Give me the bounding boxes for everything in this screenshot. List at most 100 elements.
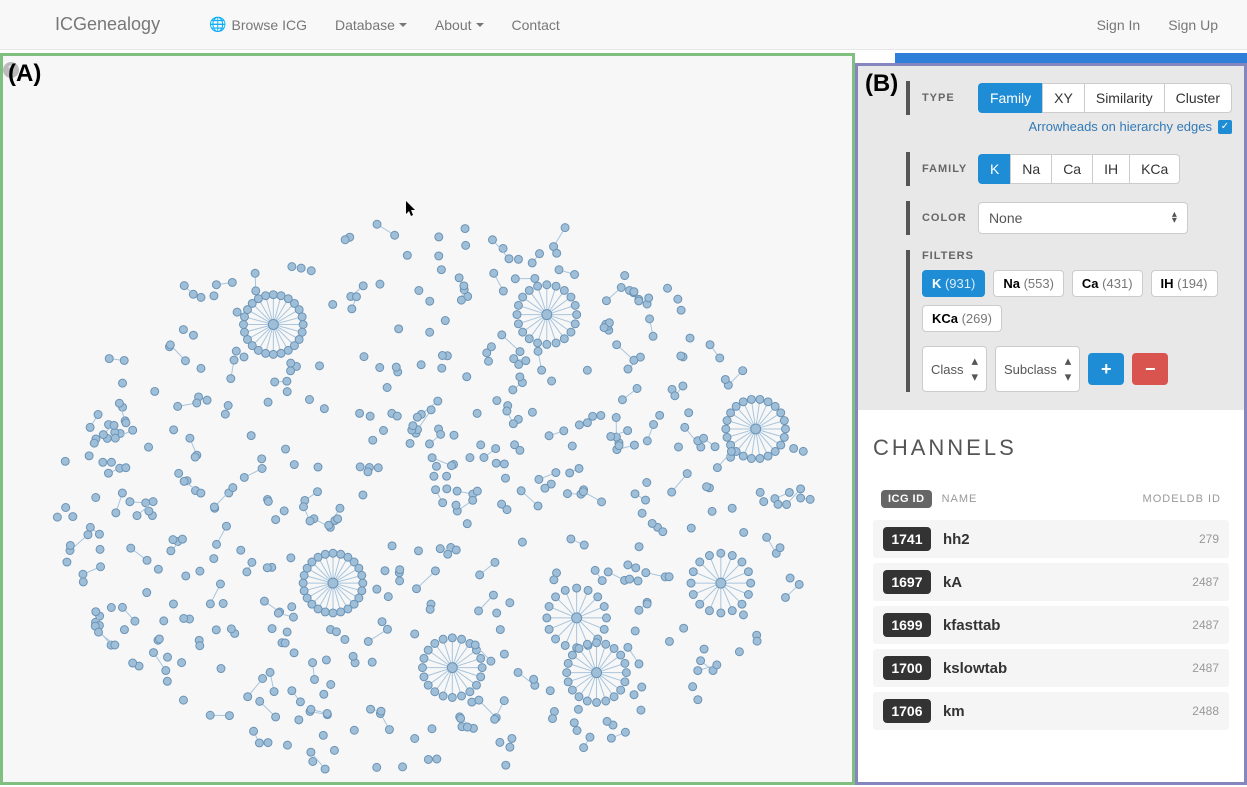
filter-pill-na[interactable]: Na (553) <box>993 270 1064 297</box>
arrowhead-checkbox[interactable]: ✓ <box>1218 120 1232 134</box>
bar-label: TYPE <box>906 81 978 115</box>
channel-row[interactable]: 1697 kA 2487 <box>873 563 1229 601</box>
class-select[interactable]: Class ▴▾ <box>922 346 987 392</box>
channel-name: kfasttab <box>943 617 1001 634</box>
class-row: Class ▴▾ Subclass ▴▾ + − <box>922 346 1232 392</box>
family-row: FAMILY KNaCaIHKCa <box>906 152 1232 186</box>
channel-name: hh2 <box>943 531 970 548</box>
channel-modeldb: 2488 <box>1192 704 1219 718</box>
panel-label-a: (A) <box>8 60 41 88</box>
arrowhead-row: Arrowheads on hierarchy edges ✓ <box>906 119 1232 134</box>
filters-content: FILTERS K (931)Na (553)Ca (431)IH (194)K… <box>922 250 1232 392</box>
filter-pill-ih[interactable]: IH (194) <box>1151 270 1218 297</box>
channel-name: km <box>943 703 965 720</box>
channel-row[interactable]: 1700 kslowtab 2487 <box>873 649 1229 687</box>
channels-title: CHANNELS <box>873 435 1229 461</box>
channel-id: 1741 <box>883 527 931 551</box>
nav-database[interactable]: Database <box>321 2 421 48</box>
type-btn-similarity[interactable]: Similarity <box>1084 83 1164 113</box>
family-btn-ih[interactable]: IH <box>1092 154 1129 184</box>
nav-browse-label: Browse ICG <box>232 17 307 33</box>
family-btn-kca[interactable]: KCa <box>1129 154 1180 184</box>
icg-id-header[interactable]: ICG ID <box>881 490 932 508</box>
nav-browse[interactable]: 🌐 Browse ICG <box>195 1 321 48</box>
name-header[interactable]: NAME <box>942 493 978 505</box>
filters-section: FILTERS K (931)Na (553)Ca (431)IH (194)K… <box>906 250 1232 392</box>
type-btn-family[interactable]: Family <box>978 83 1042 113</box>
color-value: None <box>989 210 1022 226</box>
updown-icon: ▴▾ <box>1065 353 1072 385</box>
nav-signup[interactable]: Sign Up <box>1154 2 1232 48</box>
modeldb-header[interactable]: MODELDB ID <box>1143 493 1221 505</box>
type-label: TYPE <box>922 92 978 104</box>
remove-filter-button[interactable]: − <box>1132 353 1168 385</box>
channel-id: 1700 <box>883 656 931 680</box>
type-row: TYPE FamilyXYSimilarityCluster <box>906 81 1232 115</box>
channel-row[interactable]: 1706 km 2488 <box>873 692 1229 730</box>
filter-pill-k[interactable]: K (931) <box>922 270 985 297</box>
filters-label: FILTERS <box>922 250 1232 262</box>
nav-about-label: About <box>435 17 472 33</box>
channel-modeldb: 2487 <box>1192 618 1219 632</box>
bar-label: FAMILY <box>906 152 978 186</box>
filter-pill-kca[interactable]: KCa (269) <box>922 305 1002 332</box>
type-btn-xy[interactable]: XY <box>1042 83 1084 113</box>
caret-icon <box>476 23 484 27</box>
globe-icon: 🌐 <box>209 16 226 33</box>
updown-icon: ▴▾ <box>971 353 978 385</box>
filter-pills: K (931) Na (553) Ca (431) IH (194) KCa (269) <box>922 270 1232 332</box>
type-buttons: FamilyXYSimilarityCluster <box>978 83 1232 113</box>
arrowhead-label: Arrowheads on hierarchy edges <box>1028 119 1212 134</box>
color-label: COLOR <box>922 212 978 224</box>
family-btn-na[interactable]: Na <box>1010 154 1051 184</box>
color-select[interactable]: None ▴▾ <box>978 202 1188 234</box>
navbar: ICGenealogy 🌐 Browse ICG Database About … <box>0 0 1247 50</box>
channel-modeldb: 2487 <box>1192 661 1219 675</box>
nav-database-label: Database <box>335 17 395 33</box>
blue-strip <box>895 53 1247 63</box>
channel-id: 1699 <box>883 613 931 637</box>
channel-list: 1741hh22791697kA24871699kfasttab24871700… <box>873 520 1229 730</box>
type-btn-cluster[interactable]: Cluster <box>1164 83 1232 113</box>
bar-icon <box>906 81 910 115</box>
bar-icon <box>906 250 910 392</box>
subclass-label: Subclass <box>1004 362 1057 377</box>
channel-modeldb: 279 <box>1199 532 1219 546</box>
family-btn-k[interactable]: K <box>978 154 1010 184</box>
channel-row[interactable]: 1741 hh2 279 <box>873 520 1229 558</box>
bar-icon <box>906 152 910 186</box>
color-row: COLOR None ▴▾ <box>906 201 1232 235</box>
nav-about[interactable]: About <box>421 2 498 48</box>
filter-pill-ca[interactable]: Ca (431) <box>1072 270 1143 297</box>
brand[interactable]: ICGenealogy <box>15 14 195 35</box>
caret-icon <box>399 23 407 27</box>
nav-contact[interactable]: Contact <box>498 2 574 48</box>
controls-block: TYPE FamilyXYSimilarityCluster Arrowhead… <box>858 66 1244 410</box>
family-btn-ca[interactable]: Ca <box>1051 154 1092 184</box>
bar-icon <box>906 201 910 235</box>
channel-modeldb: 2487 <box>1192 575 1219 589</box>
panel-label-b: (B) <box>865 70 898 98</box>
channel-id: 1697 <box>883 570 931 594</box>
family-label: FAMILY <box>922 163 978 175</box>
channel-name: kA <box>943 574 962 591</box>
network-graph[interactable] <box>3 56 852 782</box>
channels-header: ICG ID NAME MODELDB ID <box>873 486 1229 512</box>
channel-name: kslowtab <box>943 660 1007 677</box>
add-filter-button[interactable]: + <box>1088 353 1124 385</box>
class-label: Class <box>931 362 964 377</box>
family-buttons: KNaCaIHKCa <box>978 154 1180 184</box>
main: ? (A) (B) TYPE FamilyXYSimilarityCluster… <box>0 50 1247 785</box>
nav-signin[interactable]: Sign In <box>1083 2 1155 48</box>
cursor-icon <box>406 201 418 217</box>
right-wrapper: (B) TYPE FamilyXYSimilarityCluster Arrow… <box>855 53 1247 785</box>
nav-right: Sign In Sign Up <box>1083 2 1232 48</box>
visualization-panel[interactable]: ? (A) <box>0 53 855 785</box>
channel-id: 1706 <box>883 699 931 723</box>
updown-icon: ▴▾ <box>1172 212 1177 224</box>
channels-section: CHANNELS ICG ID NAME MODELDB ID 1741 hh2 2… <box>858 410 1244 730</box>
channel-row[interactable]: 1699 kfasttab 2487 <box>873 606 1229 644</box>
bar-label: COLOR <box>906 201 978 235</box>
subclass-select[interactable]: Subclass ▴▾ <box>995 346 1080 392</box>
side-panel: (B) TYPE FamilyXYSimilarityCluster Arrow… <box>855 63 1247 785</box>
